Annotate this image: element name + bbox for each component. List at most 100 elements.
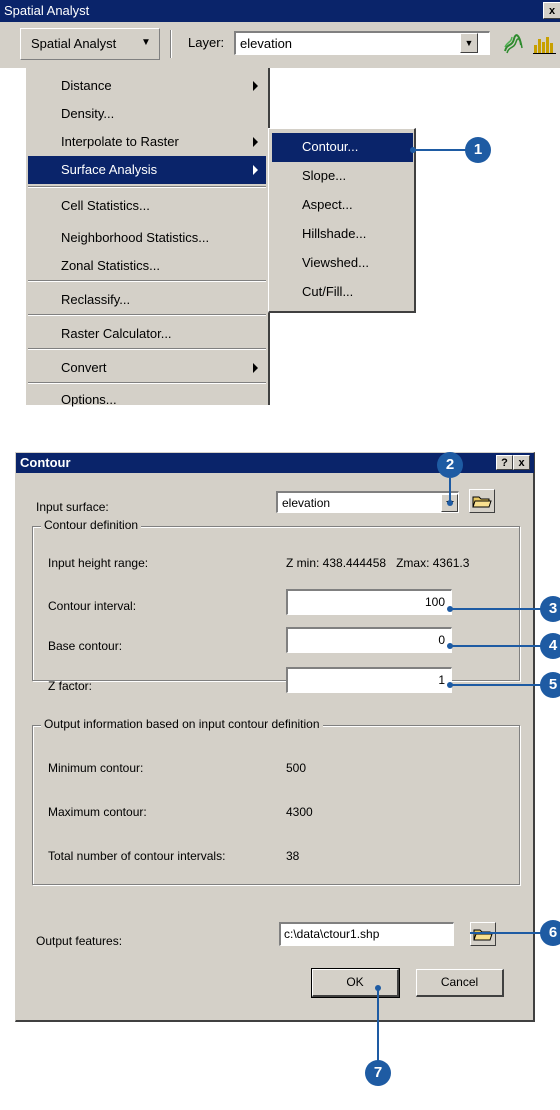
z-factor-label: Z factor: bbox=[48, 679, 93, 693]
input-surface-label: Input surface: bbox=[36, 500, 109, 514]
submenu-item-label: Cut/Fill... bbox=[302, 284, 354, 299]
cancel-button[interactable]: Cancel bbox=[416, 969, 504, 997]
callout-7: 7 bbox=[365, 1060, 391, 1086]
spatial-analyst-menu-button[interactable]: Spatial Analyst ▼ bbox=[20, 28, 160, 60]
output-features-input[interactable]: c:\data\ctour1.shp bbox=[279, 922, 454, 946]
toolbar-title: Spatial Analyst bbox=[4, 3, 90, 18]
layer-dropdown-button[interactable]: ▼ bbox=[460, 33, 478, 53]
callout-2-line bbox=[449, 478, 451, 502]
help-button[interactable]: ? bbox=[496, 455, 513, 470]
menu-item-label: Surface Analysis bbox=[61, 162, 158, 177]
ok-button[interactable]: OK bbox=[311, 968, 400, 998]
menu-item-distance[interactable]: Distance bbox=[28, 72, 266, 100]
callout-6-line bbox=[470, 932, 546, 934]
toolbar-close-button[interactable]: x bbox=[543, 2, 560, 19]
menu-item-label: Neighborhood Statistics... bbox=[61, 230, 210, 245]
callout-2-pointer bbox=[447, 500, 453, 506]
input-surface-value: elevation bbox=[282, 496, 331, 510]
height-range-value: Z min: 438.444458 Zmax: 4361.3 bbox=[286, 556, 470, 570]
base-contour-value: 0 bbox=[438, 633, 445, 647]
open-folder-icon bbox=[472, 496, 492, 508]
callout-3-line bbox=[450, 608, 546, 610]
submenu-item-cut-fill[interactable]: Cut/Fill... bbox=[272, 278, 413, 307]
callout-2: 2 bbox=[437, 452, 463, 478]
minimum-contour-value: 500 bbox=[286, 761, 307, 775]
menu-item-surface-analysis[interactable]: Surface Analysis bbox=[28, 156, 266, 184]
callout-4: 4 bbox=[540, 633, 560, 659]
callout-4-line bbox=[450, 645, 546, 647]
menu-item-label: Distance bbox=[61, 78, 112, 93]
contour-dialog: Contour ? x Input surface: elevation Con… bbox=[15, 452, 535, 1022]
menu-item-options[interactable]: Options... bbox=[28, 386, 266, 414]
interval-count-value: 38 bbox=[286, 849, 300, 863]
dialog-close-button[interactable]: x bbox=[513, 455, 530, 470]
menu-item-density[interactable]: Density... bbox=[28, 100, 266, 128]
menu-item-label: Density... bbox=[61, 106, 115, 121]
callout-6: 6 bbox=[540, 920, 560, 946]
submenu-arrow-icon bbox=[253, 81, 258, 91]
menu-item-interpolate[interactable]: Interpolate to Raster bbox=[28, 128, 266, 156]
menu-item-label: Options... bbox=[61, 392, 117, 407]
menu-separator bbox=[28, 186, 266, 188]
callout-5-line bbox=[450, 684, 546, 686]
interval-count-label: Total number of contour intervals: bbox=[48, 849, 226, 863]
callout-1-line bbox=[412, 149, 468, 151]
spatial-analyst-menu-label: Spatial Analyst bbox=[31, 36, 117, 51]
submenu-item-contour[interactable]: Contour... bbox=[272, 133, 413, 162]
contour-interval-label: Contour interval: bbox=[48, 599, 137, 613]
input-surface-select[interactable]: elevation bbox=[276, 491, 459, 513]
input-surface-browse-button[interactable] bbox=[469, 489, 495, 513]
base-contour-input[interactable]: 0 bbox=[286, 627, 452, 653]
spatial-analyst-toolbar: Spatial Analyst x Spatial Analyst ▼ Laye… bbox=[0, 0, 560, 68]
maximum-contour-label: Maximum contour: bbox=[48, 805, 147, 819]
open-folder-icon bbox=[473, 929, 493, 941]
submenu-item-label: Contour... bbox=[302, 139, 359, 154]
menu-item-label: Interpolate to Raster bbox=[61, 134, 179, 149]
submenu-arrow-icon bbox=[253, 165, 258, 175]
output-information-title: Output information based on input contou… bbox=[41, 717, 323, 731]
submenu-item-aspect[interactable]: Aspect... bbox=[272, 191, 413, 220]
contour-tool-icon[interactable] bbox=[502, 33, 524, 55]
menu-separator bbox=[28, 280, 266, 282]
submenu-item-viewshed[interactable]: Viewshed... bbox=[272, 249, 413, 278]
output-features-browse-button[interactable] bbox=[470, 922, 496, 946]
submenu-arrow-icon bbox=[253, 363, 258, 373]
menu-separator bbox=[28, 382, 266, 384]
output-features-value: c:\data\ctour1.shp bbox=[284, 927, 380, 941]
submenu-item-slope[interactable]: Slope... bbox=[272, 162, 413, 191]
dropdown-arrow-icon: ▼ bbox=[141, 37, 151, 48]
contour-interval-value: 100 bbox=[424, 595, 445, 609]
surface-analysis-submenu: Contour... Slope... Aspect... Hillshade.… bbox=[268, 128, 416, 313]
menu-separator bbox=[28, 348, 266, 350]
height-range-label: Input height range: bbox=[48, 556, 149, 570]
submenu-item-hillshade[interactable]: Hillshade... bbox=[272, 220, 413, 249]
minimum-contour-label: Minimum contour: bbox=[48, 761, 144, 775]
menu-item-label: Reclassify... bbox=[61, 292, 131, 307]
toolbar-title-bar[interactable]: Spatial Analyst x bbox=[0, 0, 560, 22]
submenu-item-label: Hillshade... bbox=[302, 226, 367, 241]
z-factor-value: 1 bbox=[438, 673, 445, 687]
submenu-item-label: Aspect... bbox=[302, 197, 353, 212]
submenu-item-label: Viewshed... bbox=[302, 255, 369, 270]
callout-1: 1 bbox=[465, 137, 491, 163]
menu-item-cell-statistics[interactable]: Cell Statistics... bbox=[28, 192, 266, 220]
menu-item-raster-calculator[interactable]: Raster Calculator... bbox=[28, 320, 266, 348]
base-contour-label: Base contour: bbox=[48, 639, 123, 653]
menu-item-reclassify[interactable]: Reclassify... bbox=[28, 286, 266, 314]
callout-5: 5 bbox=[540, 672, 560, 698]
menu-item-neighborhood-statistics[interactable]: Neighborhood Statistics... bbox=[28, 224, 266, 252]
spatial-analyst-menu: Distance Density... Interpolate to Raste… bbox=[25, 68, 270, 407]
contour-interval-input[interactable]: 100 bbox=[286, 589, 452, 615]
layer-label: Layer: bbox=[188, 35, 225, 50]
menu-item-zonal-statistics[interactable]: Zonal Statistics... bbox=[28, 252, 266, 280]
layer-select[interactable]: elevation bbox=[234, 31, 490, 55]
z-factor-input[interactable]: 1 bbox=[286, 667, 452, 693]
maximum-contour-value: 4300 bbox=[286, 805, 313, 819]
toolbar-separator bbox=[170, 30, 172, 58]
dialog-title: Contour bbox=[20, 455, 71, 470]
menu-item-convert[interactable]: Convert bbox=[28, 354, 266, 382]
contour-definition-title: Contour definition bbox=[41, 518, 142, 532]
submenu-arrow-icon bbox=[253, 137, 258, 147]
callout-3: 3 bbox=[540, 596, 560, 622]
histogram-icon[interactable] bbox=[532, 33, 558, 55]
